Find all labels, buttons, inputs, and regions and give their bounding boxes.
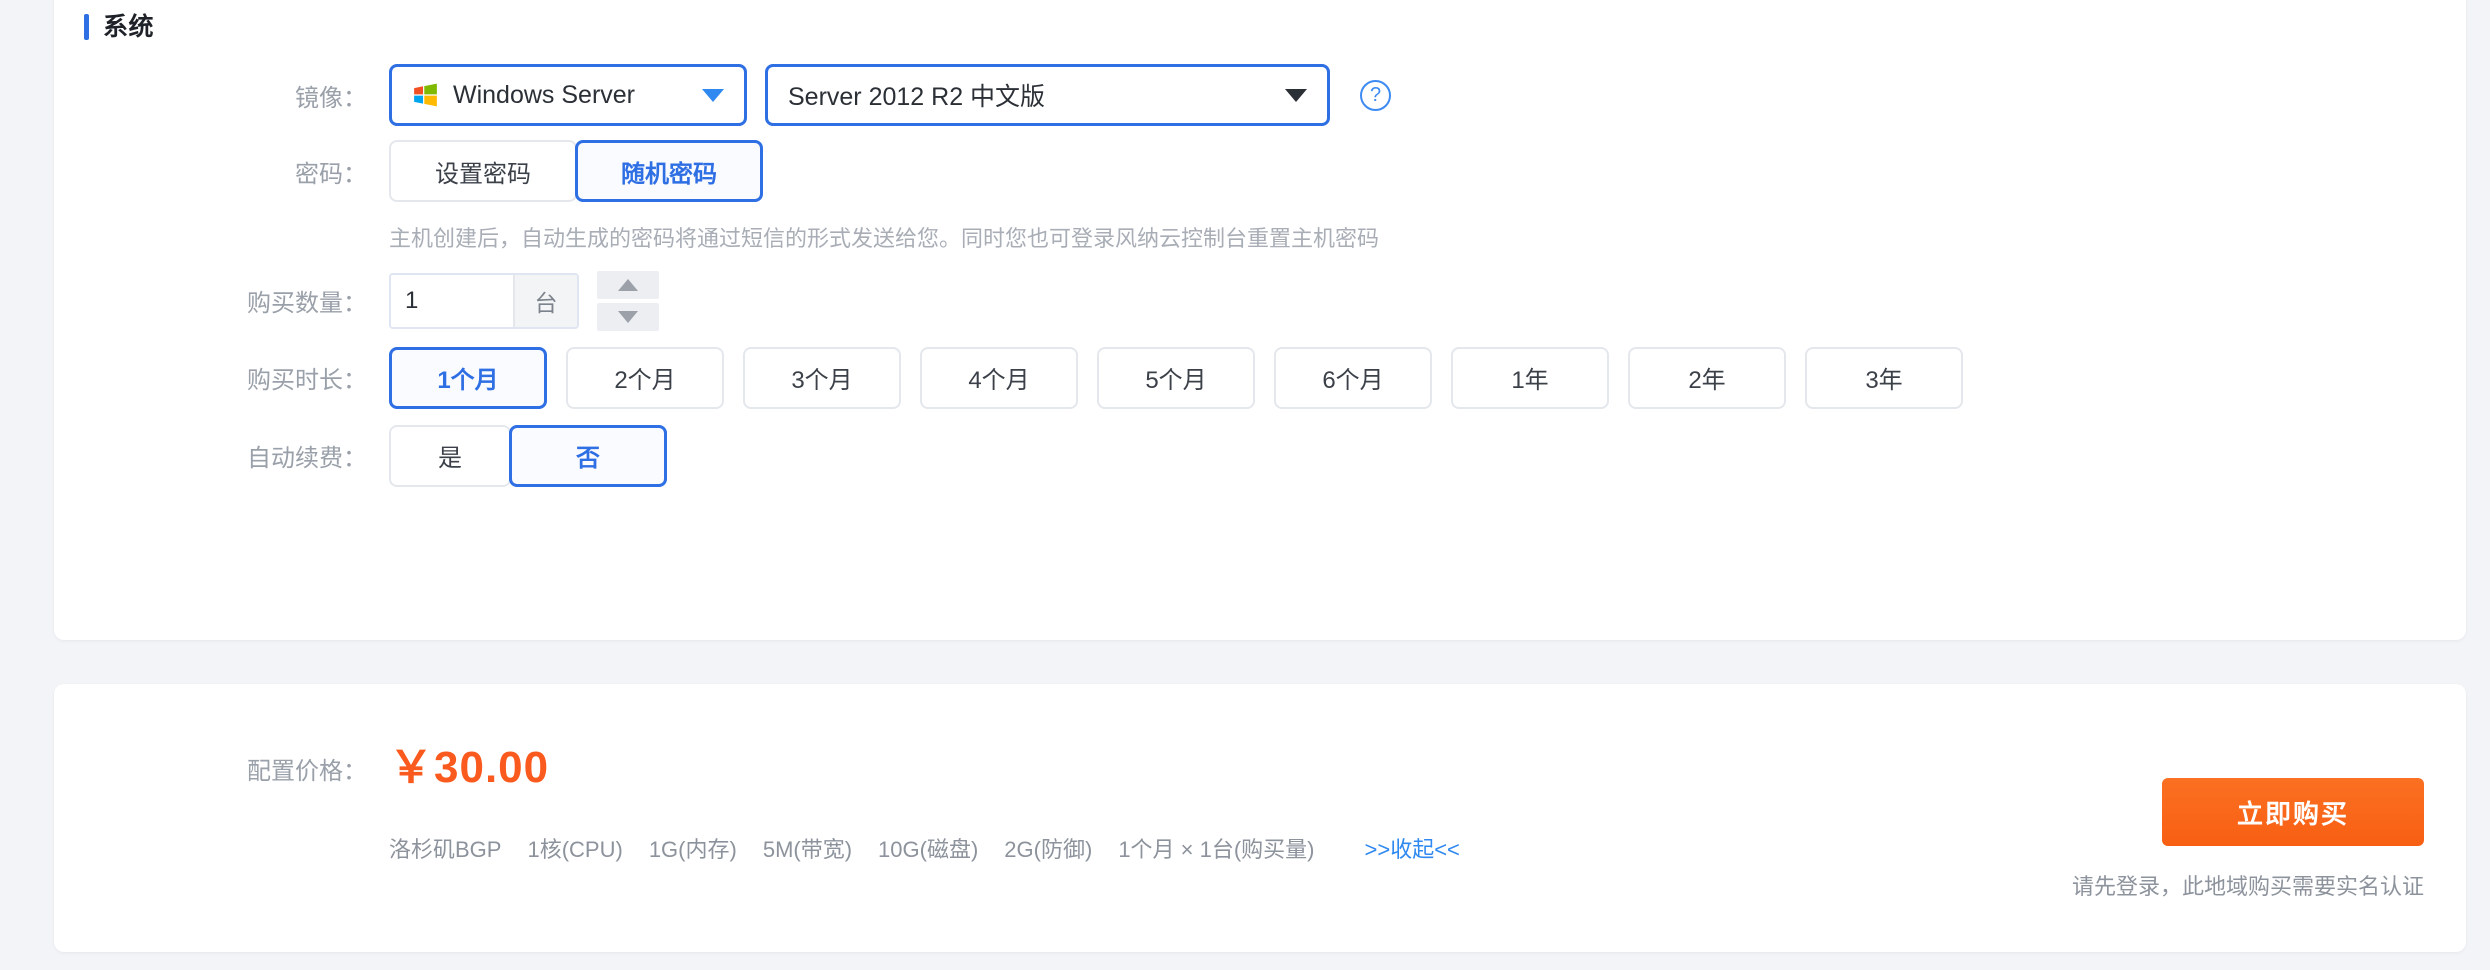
quantity-increment-button[interactable] bbox=[597, 270, 659, 299]
spec-item-memory: 1G(内存) bbox=[648, 837, 737, 862]
quantity-stepper: 台 bbox=[389, 270, 659, 331]
quantity-unit-label: 台 bbox=[513, 274, 577, 327]
help-icon[interactable]: ? bbox=[1360, 79, 1391, 111]
password-row-label: 密码： bbox=[295, 160, 367, 188]
spec-item-bandwidth: 5M(带宽) bbox=[762, 837, 853, 862]
duration-option-group: 1个月 2个月 3个月 4个月 5个月 6个月 1年 2年 3年 bbox=[389, 346, 1963, 409]
duration-option-4m[interactable]: 4个月 bbox=[920, 346, 1078, 409]
password-help-note: 主机创建后，自动生成的密码将通过短信的形式发送给您。同时您也可登录风纳云控制台重… bbox=[389, 226, 1380, 251]
right-gutter bbox=[2466, 0, 2490, 970]
duration-option-1m[interactable]: 1个月 bbox=[389, 346, 547, 409]
duration-option-5m[interactable]: 5个月 bbox=[1097, 346, 1255, 409]
triangle-down-icon bbox=[618, 310, 638, 323]
quantity-row-label: 购买数量： bbox=[247, 290, 367, 318]
os-select-value: Windows Server bbox=[453, 80, 635, 109]
buy-now-button[interactable]: 立即购买 bbox=[2162, 778, 2424, 846]
price-summary-card: 配置价格： ￥30.00 洛杉矶BGP 1核(CPU) 1G(内存) 5M(带宽… bbox=[54, 684, 2466, 952]
auto-renew-option-yes[interactable]: 是 bbox=[389, 424, 511, 487]
spec-item-defense: 2G(防御) bbox=[1004, 837, 1093, 862]
spec-item-duration-qty: 1个月 × 1台(购买量) bbox=[1118, 837, 1315, 862]
password-mode-group: 设置密码 随机密码 bbox=[389, 140, 763, 202]
chevron-down-icon bbox=[702, 88, 724, 102]
duration-option-2y[interactable]: 2年 bbox=[1628, 346, 1786, 409]
spec-item-region: 洛杉矶BGP bbox=[389, 837, 502, 862]
price-label: 配置价格： bbox=[247, 757, 367, 785]
os-select[interactable]: Windows Server bbox=[389, 64, 747, 126]
left-gutter bbox=[0, 0, 54, 970]
price-row: 配置价格： ￥30.00 bbox=[54, 746, 549, 790]
image-row: 镜像： Windows Server Server 2012 R2 中文版 ? bbox=[54, 64, 2466, 126]
duration-row-label: 购买时长： bbox=[247, 367, 367, 395]
spec-item-disk: 10G(磁盘) bbox=[878, 837, 979, 862]
chevron-down-icon bbox=[1285, 88, 1307, 102]
system-config-card: 系统 镜像： Windows Server Server 2012 R2 中文版… bbox=[54, 0, 2466, 640]
image-row-label: 镜像： bbox=[295, 84, 367, 112]
duration-option-2m[interactable]: 2个月 bbox=[566, 346, 724, 409]
duration-option-3m[interactable]: 3个月 bbox=[743, 346, 901, 409]
os-version-select[interactable]: Server 2012 R2 中文版 bbox=[765, 64, 1330, 126]
windows-logo-icon bbox=[414, 83, 437, 107]
price-value: ￥30.00 bbox=[389, 743, 550, 792]
quantity-row: 购买数量： 台 bbox=[54, 270, 2466, 331]
duration-option-1y[interactable]: 1年 bbox=[1451, 346, 1609, 409]
auto-renew-row: 自动续费： 是 否 bbox=[54, 424, 2466, 487]
duration-option-6m[interactable]: 6个月 bbox=[1274, 346, 1432, 409]
collapse-specs-link[interactable]: >>收起<< bbox=[1365, 832, 1460, 864]
password-row: 密码： 设置密码 随机密码 bbox=[54, 140, 2466, 202]
purchase-config-page: 系统 镜像： Windows Server Server 2012 R2 中文版… bbox=[0, 0, 2490, 970]
duration-row: 购买时长： 1个月 2个月 3个月 4个月 5个月 6个月 1年 2年 3年 bbox=[54, 346, 2466, 409]
auto-renew-option-group: 是 否 bbox=[389, 424, 667, 487]
spec-item-cpu: 1核(CPU) bbox=[527, 837, 623, 862]
password-option-set[interactable]: 设置密码 bbox=[389, 140, 577, 202]
os-version-value: Server 2012 R2 中文版 bbox=[788, 83, 1046, 111]
duration-option-3y[interactable]: 3年 bbox=[1805, 346, 1963, 409]
quantity-input[interactable] bbox=[391, 274, 513, 327]
login-required-note: 请先登录，此地域购买需要实名认证 bbox=[2071, 874, 2424, 899]
quantity-input-box: 台 bbox=[389, 272, 579, 329]
spec-summary: 洛杉矶BGP 1核(CPU) 1G(内存) 5M(带宽) 10G(磁盘) 2G(… bbox=[389, 832, 1460, 864]
triangle-up-icon bbox=[618, 278, 638, 291]
password-option-random[interactable]: 随机密码 bbox=[575, 140, 763, 202]
quantity-spin-buttons bbox=[597, 270, 659, 331]
quantity-decrement-button[interactable] bbox=[597, 302, 659, 331]
config-form: 镜像： Windows Server Server 2012 R2 中文版 ? … bbox=[54, 34, 2466, 487]
auto-renew-row-label: 自动续费： bbox=[247, 445, 367, 473]
auto-renew-option-no[interactable]: 否 bbox=[509, 424, 667, 487]
